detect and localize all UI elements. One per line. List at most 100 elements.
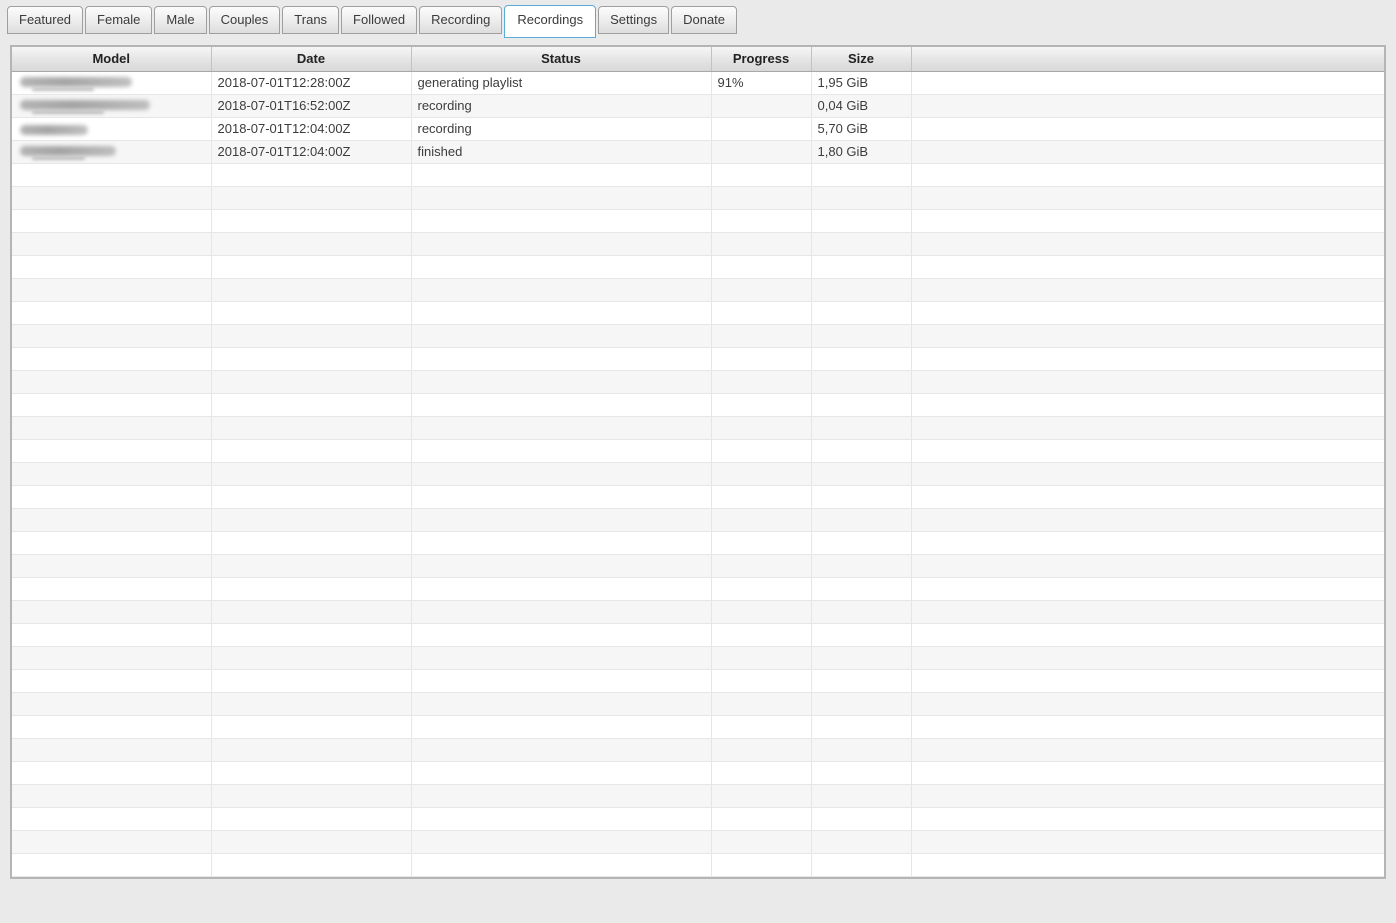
empty-cell <box>211 370 412 394</box>
empty-cell <box>411 692 712 716</box>
empty-cell <box>411 347 712 371</box>
table-row-empty <box>12 853 1384 877</box>
empty-cell <box>12 554 212 578</box>
empty-cell <box>711 692 812 716</box>
tab-featured[interactable]: Featured <box>7 6 84 34</box>
empty-cell <box>711 186 812 210</box>
empty-cell <box>811 692 912 716</box>
empty-cell <box>711 439 812 463</box>
table-row-empty <box>12 761 1384 785</box>
empty-cell <box>12 186 212 210</box>
empty-cell <box>811 738 912 762</box>
column-header-date[interactable]: Date <box>211 47 412 72</box>
tab-female[interactable]: Female <box>85 6 153 34</box>
table-row-empty <box>12 715 1384 739</box>
empty-cell <box>811 485 912 509</box>
tab-followed[interactable]: Followed <box>341 6 418 34</box>
status-cell: generating playlist <box>411 71 712 95</box>
empty-cell <box>211 646 412 670</box>
empty-cell <box>911 623 1384 647</box>
table-row[interactable]: 2018-07-01T12:04:00Z recording 5,70 GiB <box>12 117 1384 141</box>
empty-cell <box>211 531 412 555</box>
empty-cell <box>211 623 412 647</box>
tab-bar: Featured Female Male Couples Trans Followed Re… <box>0 0 1396 40</box>
empty-cell <box>12 646 212 670</box>
empty-cell <box>12 669 212 693</box>
table-row-empty <box>12 554 1384 578</box>
table-row-empty <box>12 439 1384 463</box>
empty-cell <box>811 209 912 233</box>
empty-cell <box>411 508 712 532</box>
empty-cell <box>411 439 712 463</box>
tab-recording[interactable]: Recording <box>419 6 503 34</box>
table-header: Model Date Status Progress Size <box>12 47 1384 72</box>
tab-couples[interactable]: Couples <box>208 6 281 34</box>
size-cell: 5,70 GiB <box>811 117 912 141</box>
empty-cell <box>211 784 412 808</box>
column-header-status[interactable]: Status <box>411 47 712 72</box>
empty-cell <box>711 232 812 256</box>
empty-cell <box>411 393 712 417</box>
table-row-empty <box>12 232 1384 256</box>
empty-cell <box>411 554 712 578</box>
date-cell: 2018-07-01T12:04:00Z <box>211 140 412 164</box>
recordings-table: Model Date Status Progress Size 2018-07-01T1… <box>10 45 1386 879</box>
table-row-empty <box>12 347 1384 371</box>
empty-cell <box>811 646 912 670</box>
recordings-grid: Model Date Status Progress Size 2018-07-01T1… <box>12 47 1384 877</box>
table-row-empty <box>12 278 1384 302</box>
empty-cell <box>12 531 212 555</box>
tab-settings[interactable]: Settings <box>598 6 670 34</box>
empty-cell <box>211 324 412 348</box>
table-row[interactable]: 2018-07-01T16:52:00Z recording 0,04 GiB <box>12 94 1384 118</box>
table-header-row: Model Date Status Progress Size <box>12 47 1384 72</box>
table-row-empty <box>12 186 1384 210</box>
empty-cell <box>12 324 212 348</box>
tab-trans[interactable]: Trans <box>282 6 340 34</box>
table-row-empty <box>12 784 1384 808</box>
table-body: 2018-07-01T12:28:00Z generating playlist 9… <box>12 71 1384 877</box>
empty-cell <box>12 232 212 256</box>
empty-cell <box>811 669 912 693</box>
empty-cell <box>711 531 812 555</box>
date-cell: 2018-07-01T12:28:00Z <box>211 71 412 95</box>
tab-recordings[interactable]: Recordings <box>504 5 597 38</box>
empty-cell <box>12 623 212 647</box>
redacted-model-name <box>20 124 88 135</box>
empty-cell <box>911 186 1384 210</box>
table-row-empty <box>12 163 1384 187</box>
column-header-progress[interactable]: Progress <box>711 47 812 72</box>
empty-cell <box>811 439 912 463</box>
size-cell: 1,95 GiB <box>811 71 912 95</box>
table-row-empty <box>12 370 1384 394</box>
table-row[interactable]: 2018-07-01T12:04:00Z finished 1,80 GiB <box>12 140 1384 164</box>
empty-cell <box>411 577 712 601</box>
empty-cell <box>811 577 912 601</box>
empty-cell <box>911 600 1384 624</box>
empty-cell <box>12 508 212 532</box>
empty-cell <box>411 646 712 670</box>
table-row-empty <box>12 692 1384 716</box>
model-cell <box>12 117 212 141</box>
tab-male[interactable]: Male <box>154 6 207 34</box>
table-row-empty <box>12 577 1384 601</box>
empty-cell <box>12 439 212 463</box>
empty-cell <box>811 554 912 578</box>
empty-cell <box>711 370 812 394</box>
status-cell: recording <box>411 94 712 118</box>
empty-cell <box>911 577 1384 601</box>
column-header-model[interactable]: Model <box>12 47 212 72</box>
empty-cell <box>811 301 912 325</box>
empty-cell <box>211 669 412 693</box>
empty-cell <box>211 554 412 578</box>
empty-cell <box>911 278 1384 302</box>
column-header-blank[interactable] <box>911 47 1384 72</box>
empty-cell <box>711 554 812 578</box>
empty-cell <box>711 761 812 785</box>
tab-donate[interactable]: Donate <box>671 6 738 34</box>
table-row[interactable]: 2018-07-01T12:28:00Z generating playlist 9… <box>12 71 1384 95</box>
column-header-size[interactable]: Size <box>811 47 912 72</box>
empty-cell <box>711 508 812 532</box>
blank-cell <box>911 140 1384 164</box>
empty-cell <box>711 347 812 371</box>
